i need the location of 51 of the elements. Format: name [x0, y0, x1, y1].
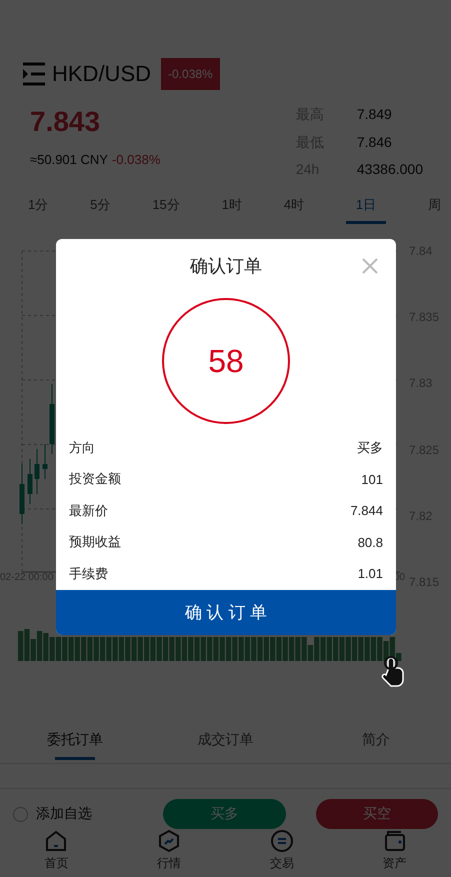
- interval-tab[interactable]: 5分: [90, 196, 110, 224]
- order-tab[interactable]: 成交订单: [185, 719, 266, 764]
- dialog-title: 确认订单: [190, 254, 262, 278]
- interval-tab[interactable]: 15分: [152, 196, 180, 224]
- detail-label: 手续费: [69, 564, 108, 583]
- buy-long-button[interactable]: 买多: [163, 799, 286, 830]
- current-price: 7.843: [30, 106, 102, 138]
- hand-pointer-icon: [380, 656, 406, 688]
- order-tab[interactable]: 委托订单: [35, 719, 116, 764]
- countdown-value: 58: [208, 342, 244, 380]
- favorite-label: 添加自选: [36, 805, 92, 824]
- nav-item[interactable]: 资产: [364, 829, 425, 877]
- stat-value: 43386.000: [356, 161, 423, 180]
- stat-value: 7.846: [356, 134, 393, 152]
- nav-item[interactable]: 行情: [139, 829, 200, 877]
- currency-pair: HKD/USD: [52, 60, 152, 87]
- interval-tab[interactable]: 1分: [28, 196, 48, 224]
- wallet-icon: [382, 829, 407, 854]
- exchange-icon: [270, 829, 294, 854]
- favorite-radio[interactable]: [13, 806, 28, 822]
- candlestick: [28, 458, 32, 504]
- interval-tab[interactable]: 周: [428, 196, 441, 224]
- buy-short-button[interactable]: 买空: [316, 799, 438, 830]
- menu-icon[interactable]: [22, 62, 46, 86]
- detail-value: 101: [361, 472, 383, 487]
- detail-label: 方向: [69, 438, 95, 457]
- order-tab[interactable]: 简介: [336, 719, 416, 764]
- stat-value: 7.849: [356, 106, 393, 124]
- detail-value: 80.8: [358, 534, 383, 550]
- close-icon[interactable]: [362, 258, 378, 274]
- change-percent: -0.038%: [112, 152, 160, 167]
- detail-label: 预期收益: [69, 533, 121, 552]
- nav-item[interactable]: 交易: [252, 829, 312, 877]
- detail-label: 投资金额: [69, 470, 121, 488]
- interval-tab[interactable]: 4时: [284, 196, 304, 224]
- confirm-order-button[interactable]: 确 认 订 单: [56, 590, 396, 635]
- home-icon: [44, 829, 68, 854]
- detail-value: 7.844: [350, 503, 383, 518]
- candlestick: [34, 448, 40, 494]
- detail-value: 买多: [357, 438, 383, 457]
- detail-value: 1.01: [358, 566, 383, 582]
- converted-price: ≈50.901 CNY: [30, 152, 108, 167]
- candlestick: [20, 463, 24, 524]
- nav-item[interactable]: 首页: [26, 829, 86, 877]
- candlestick: [50, 383, 54, 454]
- candlestick: [42, 443, 48, 480]
- detail-label: 最新价: [69, 502, 108, 520]
- chart-hexagon-icon: [157, 829, 182, 854]
- interval-tab[interactable]: 1时: [222, 196, 242, 224]
- change-badge: -0.038%: [161, 58, 220, 90]
- interval-tab[interactable]: 1日: [346, 196, 386, 224]
